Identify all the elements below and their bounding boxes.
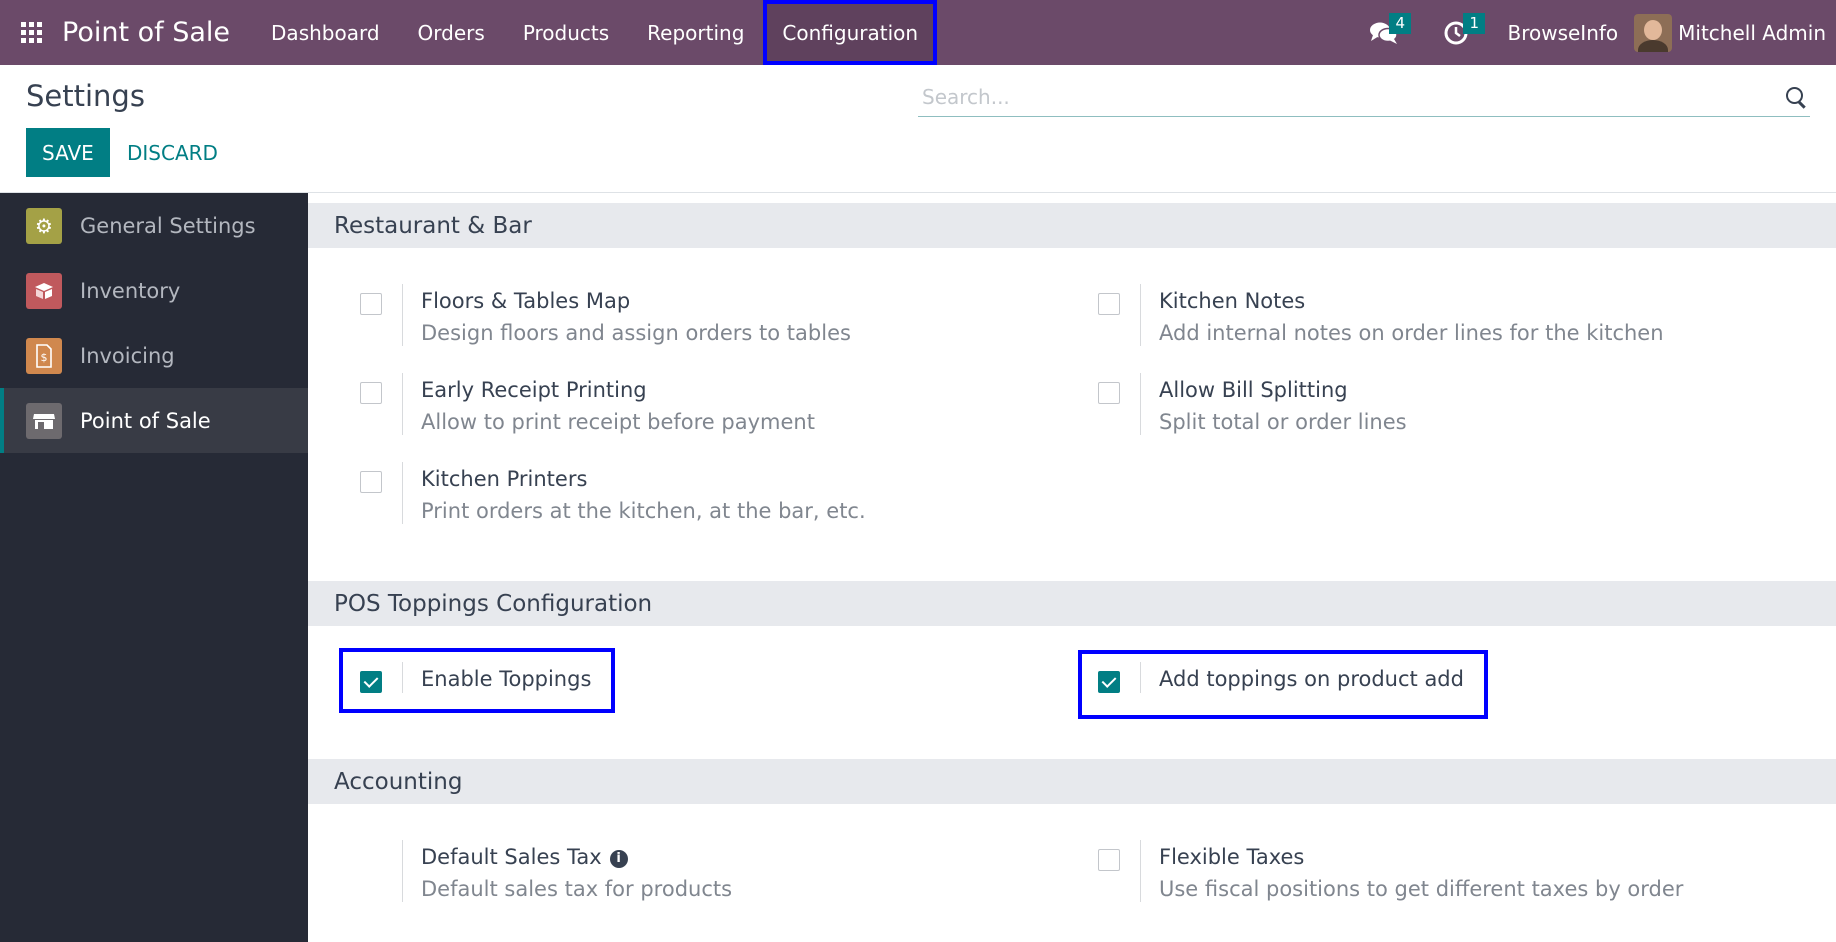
setting-description: Allow to print receipt before payment <box>421 410 815 434</box>
shop-icon <box>26 402 62 439</box>
enable-toppings-checkbox[interactable] <box>360 671 382 693</box>
flexible-taxes-checkbox[interactable] <box>1098 849 1120 871</box>
section-header-toppings: POS Toppings Configuration <box>308 581 1836 626</box>
activities-count-badge: 1 <box>1463 13 1486 34</box>
discard-button[interactable]: DISCARD <box>114 128 231 177</box>
menu-reporting[interactable]: Reporting <box>628 0 763 65</box>
company-switcher[interactable]: BrowseInfo <box>1491 21 1634 45</box>
settings-content: Restaurant & Bar Floors & Tables Map Des… <box>308 193 1836 942</box>
sidebar-item-inventory[interactable]: Inventory <box>0 258 308 323</box>
control-panel: Settings SAVE DISCARD <box>0 65 1836 193</box>
setting-title: Flexible Taxes <box>1159 845 1305 869</box>
avatar <box>1634 13 1673 52</box>
messages-count-badge: 4 <box>1389 13 1412 34</box>
setting-title: Allow Bill Splitting <box>1159 378 1348 402</box>
activities-button[interactable]: 1 <box>1421 0 1491 65</box>
systray: 4 1 BrowseInfo Mitchell Admin <box>1347 0 1836 65</box>
gear-icon: ⚙ <box>26 207 62 244</box>
setting-add-toppings-on-product: Add toppings on product add <box>1046 662 1464 693</box>
svg-text:$: $ <box>41 351 48 364</box>
menu-products[interactable]: Products <box>504 0 628 65</box>
sidebar-item-label: Point of Sale <box>80 408 211 433</box>
kitchen-notes-checkbox[interactable] <box>1098 293 1120 315</box>
info-icon[interactable]: i <box>609 850 628 868</box>
apps-menu-icon[interactable] <box>0 0 62 65</box>
setting-title: Kitchen Printers <box>421 467 588 491</box>
sidebar-item-invoicing[interactable]: $ Invoicing <box>0 323 308 388</box>
top-navbar: Point of Sale Dashboard Orders Products … <box>0 0 1836 65</box>
sidebar-item-general-settings[interactable]: ⚙ General Settings <box>0 193 308 258</box>
setting-floors-tables: Floors & Tables Map Design floors and as… <box>308 284 851 346</box>
settings-sidebar: ⚙ General Settings Inventory $ Invoicing… <box>0 193 308 942</box>
setting-title: Early Receipt Printing <box>421 378 647 402</box>
setting-enable-toppings: Enable Toppings <box>308 662 591 693</box>
setting-kitchen-printers: Kitchen Printers Print orders at the kit… <box>308 462 866 524</box>
setting-flexible-taxes: Flexible Taxes Use fiscal positions to g… <box>1046 840 1683 902</box>
menu-dashboard[interactable]: Dashboard <box>252 0 399 65</box>
setting-description: Split total or order lines <box>1159 410 1407 434</box>
user-name: Mitchell Admin <box>1678 20 1826 45</box>
setting-bill-splitting: Allow Bill Splitting Split total or orde… <box>1046 373 1407 435</box>
menu-orders[interactable]: Orders <box>399 0 504 65</box>
setting-title-text: Default Sales Tax <box>421 845 602 869</box>
sidebar-item-label: General Settings <box>80 213 256 238</box>
section-header-restaurant: Restaurant & Bar <box>308 203 1836 248</box>
setting-description: Add internal notes on order lines for th… <box>1159 321 1664 345</box>
search-bar <box>918 77 1810 117</box>
search-icon[interactable] <box>1784 85 1808 109</box>
setting-description: Print orders at the kitchen, at the bar,… <box>421 499 866 523</box>
messages-button[interactable]: 4 <box>1347 0 1421 65</box>
save-button[interactable]: SAVE <box>26 128 110 177</box>
user-menu[interactable]: Mitchell Admin <box>1634 13 1836 52</box>
early-receipt-checkbox[interactable] <box>360 382 382 404</box>
setting-description: Design floors and assign orders to table… <box>421 321 851 345</box>
setting-title: Add toppings on product add <box>1159 667 1464 691</box>
sidebar-item-label: Invoicing <box>80 343 175 368</box>
setting-title: Enable Toppings <box>421 667 592 691</box>
page-title: Settings <box>26 79 145 113</box>
add-toppings-checkbox[interactable] <box>1098 671 1120 693</box>
kitchen-printers-checkbox[interactable] <box>360 471 382 493</box>
search-input[interactable] <box>918 84 1784 109</box>
box-icon <box>26 272 62 309</box>
setting-description: Default sales tax for products <box>421 877 733 901</box>
setting-kitchen-notes: Kitchen Notes Add internal notes on orde… <box>1046 284 1664 346</box>
setting-early-receipt: Early Receipt Printing Allow to print re… <box>308 373 815 435</box>
invoice-icon: $ <box>26 337 62 374</box>
setting-title: Default Sales Tax i <box>421 844 732 870</box>
floors-tables-checkbox[interactable] <box>360 293 382 315</box>
menu-configuration[interactable]: Configuration <box>763 0 938 65</box>
section-header-accounting: Accounting <box>308 759 1836 804</box>
setting-description: Use fiscal positions to get different ta… <box>1159 877 1684 901</box>
app-brand[interactable]: Point of Sale <box>62 17 230 48</box>
bill-splitting-checkbox[interactable] <box>1098 382 1120 404</box>
sidebar-item-label: Inventory <box>80 278 181 303</box>
setting-default-sales-tax: Default Sales Tax i Default sales tax for… <box>308 840 732 902</box>
setting-title: Floors & Tables Map <box>421 289 631 313</box>
sidebar-item-point-of-sale[interactable]: Point of Sale <box>0 388 308 453</box>
setting-title: Kitchen Notes <box>1159 289 1306 313</box>
